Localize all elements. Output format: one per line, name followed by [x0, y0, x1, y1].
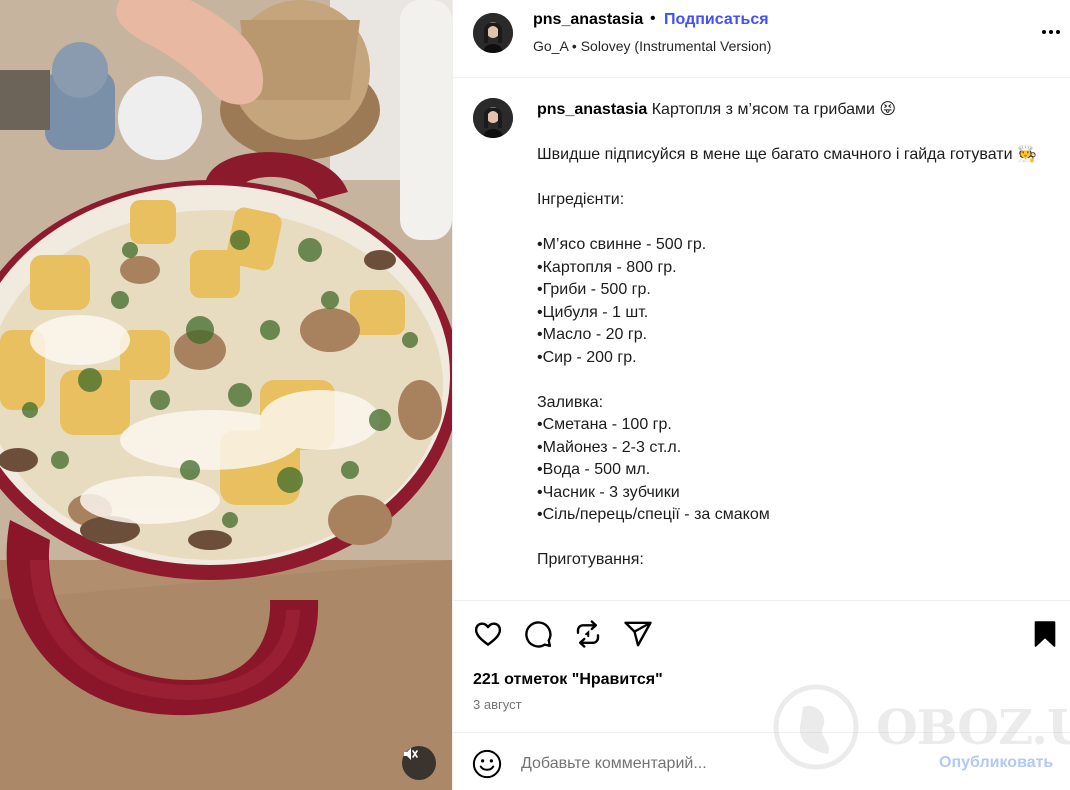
- comment-input[interactable]: [521, 749, 921, 779]
- post-date[interactable]: 3 август: [473, 697, 522, 712]
- caption-line: •Сметана - 100 гр.: [537, 416, 672, 433]
- heart-icon[interactable]: [473, 619, 503, 649]
- food-photo: [0, 0, 452, 790]
- caption-scroll-area[interactable]: pns_anastasia Картопля з м’ясом та гриба…: [453, 79, 1070, 600]
- post-panel: pns_anastasia • Подписаться Go_A • Solov…: [452, 0, 1070, 790]
- more-dots-icon: [1056, 30, 1060, 34]
- post-author-username[interactable]: pns_anastasia: [533, 11, 643, 29]
- caption-title: Картопля з м’ясом та грибами 😝: [651, 101, 897, 118]
- caption-line: •Сир - 200 гр.: [537, 348, 637, 366]
- avatar[interactable]: [473, 98, 513, 138]
- comment-bar: Опубликовать: [453, 732, 1070, 790]
- post-header: pns_anastasia • Подписаться Go_A • Solov…: [453, 0, 1070, 78]
- audio-track[interactable]: Solovey (Instrumental Version): [581, 38, 772, 54]
- caption-line: •Цибуля - 1 шт.: [537, 303, 649, 321]
- caption-line: •Вода - 500 мл.: [537, 461, 651, 478]
- caption-line: Заливка:: [537, 393, 604, 411]
- post-caption: pns_anastasia Картопля з м’ясом та гриба…: [537, 99, 1037, 572]
- caption-username[interactable]: pns_anastasia: [537, 101, 647, 118]
- avatar-image: [473, 13, 513, 53]
- caption-line: •Масло - 20 гр.: [537, 326, 648, 343]
- separator-dot: •: [650, 10, 656, 27]
- smiley-icon[interactable]: [472, 749, 502, 779]
- likes-count[interactable]: 221 отметок "Нравится": [473, 671, 663, 689]
- avatar[interactable]: [473, 13, 513, 53]
- mute-button[interactable]: [402, 746, 436, 780]
- caption-line: •Гриби - 500 гр.: [537, 281, 651, 298]
- caption-line: Приготування:: [537, 551, 644, 568]
- caption-line: •Картопля - 800 гр.: [537, 258, 677, 276]
- audio-artist[interactable]: Go_A: [533, 38, 568, 54]
- caption-line: Інгредієнти:: [537, 191, 625, 208]
- repost-icon[interactable]: [573, 619, 603, 649]
- publish-button[interactable]: Опубликовать: [939, 754, 1053, 772]
- caption-line: •Сіль/перець/спеції - за смаком: [537, 506, 770, 523]
- audio-info: Go_A • Solovey (Instrumental Version): [533, 38, 771, 54]
- more-options-button[interactable]: [1039, 22, 1063, 42]
- comment-bubble-icon[interactable]: [523, 619, 553, 649]
- avatar-image: [473, 98, 513, 138]
- post-media[interactable]: [0, 0, 452, 790]
- caption-line: •М’ясо свинне - 500 гр.: [537, 236, 707, 253]
- bookmark-icon[interactable]: [1030, 619, 1060, 649]
- post-actions: 221 отметок "Нравится" 3 август: [453, 600, 1070, 732]
- caption-line: •Майонез - 2-3 ст.л.: [537, 438, 682, 456]
- paper-plane-icon[interactable]: [623, 619, 653, 649]
- more-dots-icon: [1042, 30, 1046, 34]
- follow-button[interactable]: Подписаться: [664, 11, 769, 29]
- separator-dot: •: [571, 38, 581, 54]
- caption-line: Швидше підписуйся в мене ще багато смачн…: [537, 146, 1037, 163]
- caption-line: •Часник - 3 зубчики: [537, 483, 680, 501]
- speaker-muted-icon: [404, 748, 418, 760]
- more-dots-icon: [1049, 30, 1053, 34]
